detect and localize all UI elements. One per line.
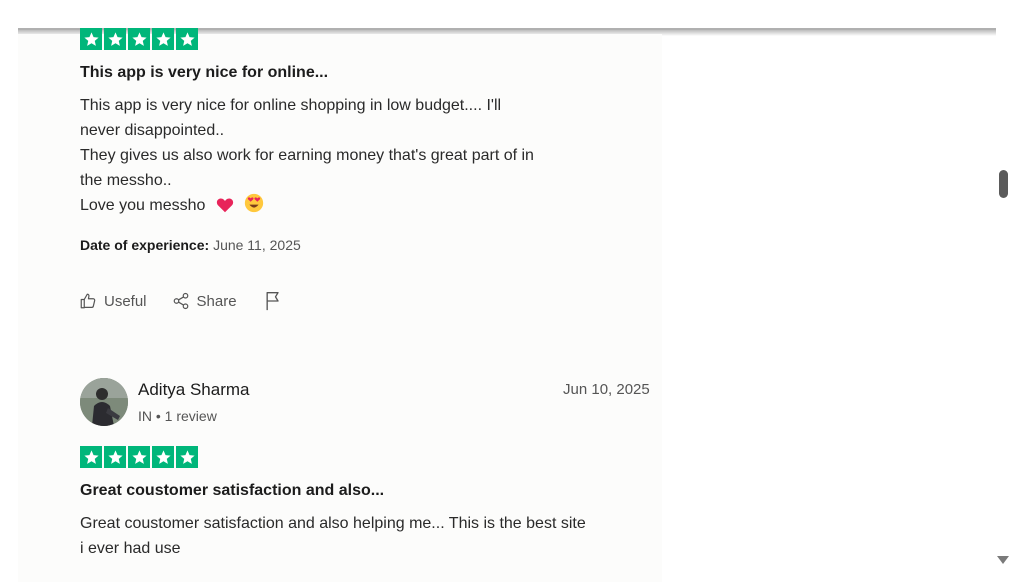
review-body: Great coustomer satisfaction and also he… (80, 511, 586, 561)
report-button[interactable] (264, 291, 282, 311)
review-body-line: never disappointed.. (80, 122, 225, 139)
flag-icon (264, 291, 282, 311)
useful-button[interactable]: Useful (79, 292, 147, 310)
review-actions: Useful Share (79, 291, 282, 311)
star-rating (80, 28, 198, 50)
share-icon (172, 292, 190, 310)
review-body-line: They gives us also work for earning mone… (80, 147, 534, 164)
review-body-line: Love you messho (80, 197, 206, 214)
star-icon (128, 28, 150, 50)
review-body-line: i ever had use (80, 540, 181, 557)
heart-eyes-emoji (244, 193, 264, 221)
useful-label: Useful (104, 292, 147, 310)
star-icon (152, 28, 174, 50)
star-icon (80, 28, 102, 50)
star-rating (80, 446, 198, 468)
star-icon (152, 446, 174, 468)
star-icon (128, 446, 150, 468)
scrollbar-thumb[interactable] (999, 170, 1008, 198)
review-title[interactable]: Great coustomer satisfaction and also... (80, 482, 384, 500)
review-body-last-line: Love you messho (80, 193, 534, 221)
star-icon (80, 446, 102, 468)
date-of-experience-label: Date of experience: (80, 237, 210, 253)
review-body-line: the messho.. (80, 172, 172, 189)
heart-emoji (216, 196, 234, 221)
reviewer-name[interactable]: Aditya Sharma (138, 380, 250, 400)
review-body-line: Great coustomer satisfaction and also he… (80, 515, 586, 532)
reviewer-meta: IN • 1 review (138, 408, 217, 424)
review-body: This app is very nice for online shoppin… (80, 93, 534, 221)
scroll-down-arrow-icon[interactable] (997, 556, 1009, 564)
date-of-experience-value: June 11, 2025 (213, 237, 301, 253)
star-icon (104, 446, 126, 468)
review-date: Jun 10, 2025 (563, 381, 650, 398)
share-label: Share (196, 292, 237, 310)
review-title[interactable]: This app is very nice for online... (80, 64, 328, 82)
date-of-experience: Date of experience: June 11, 2025 (80, 237, 301, 253)
avatar[interactable] (80, 378, 128, 426)
star-icon (176, 446, 198, 468)
share-button[interactable]: Share (172, 292, 237, 310)
review-body-line: This app is very nice for online shoppin… (80, 97, 502, 114)
thumbs-up-icon (79, 292, 97, 310)
star-icon (176, 28, 198, 50)
star-icon (104, 28, 126, 50)
